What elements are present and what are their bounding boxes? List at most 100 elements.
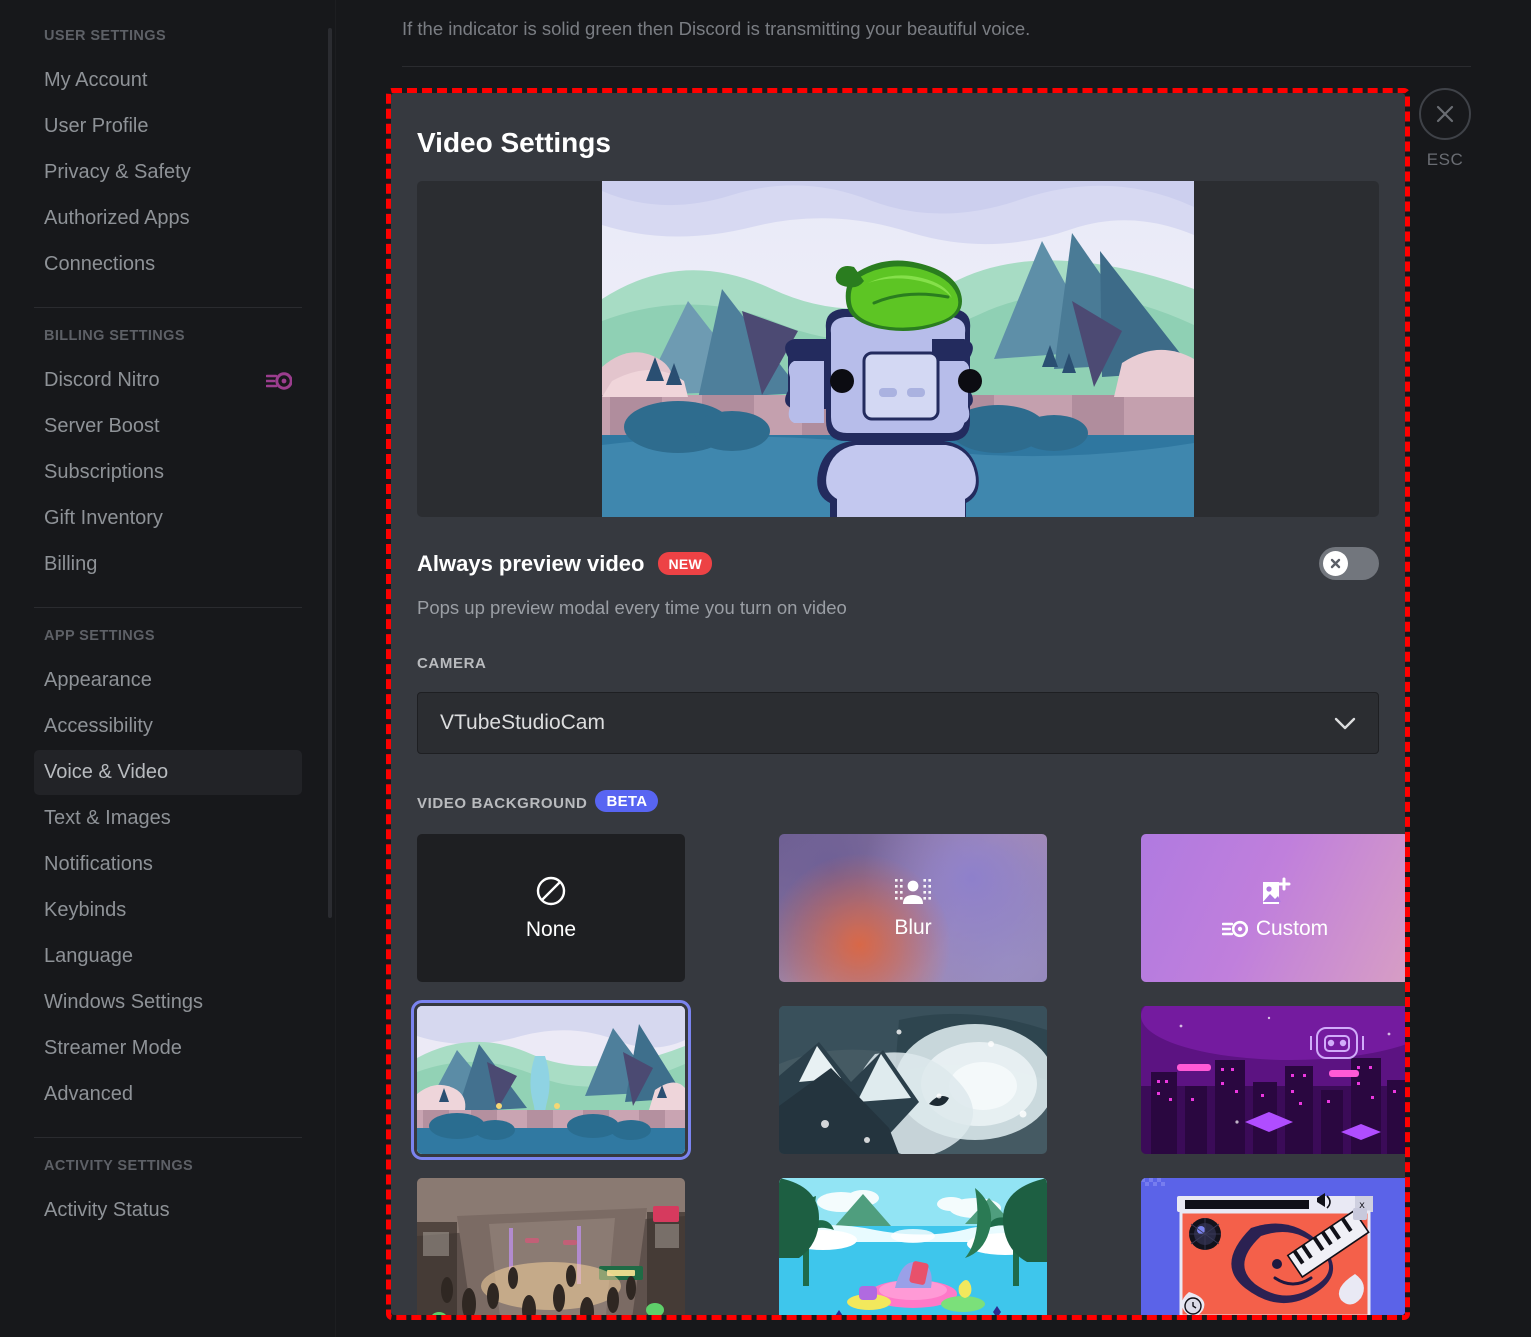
sidebar-item-advanced[interactable]: Advanced <box>34 1072 302 1117</box>
camera-select-value: VTubeStudioCam <box>440 711 605 735</box>
video-background-tile-blur[interactable]: Blur <box>779 834 1047 982</box>
settings-window: USER SETTINGS My Account User Profile Priva… <box>0 0 1531 1337</box>
sidebar-item-server-boost[interactable]: Server Boost <box>34 404 302 449</box>
video-background-section-label: VIDEO BACKGROUND BETA <box>417 790 1379 812</box>
sidebar-item-label: Advanced <box>44 1083 133 1106</box>
page-title: Video Settings <box>417 127 1379 159</box>
sidebar-item-discord-nitro[interactable]: Discord Nitro <box>34 358 302 403</box>
video-background-tile-snow[interactable] <box>779 1006 1047 1154</box>
chevron-down-icon <box>1334 717 1356 730</box>
toggle-off-x-icon <box>1329 557 1342 570</box>
video-background-thumbnail-retro <box>1141 1178 1405 1315</box>
sidebar-separator <box>34 307 302 308</box>
sidebar-item-label: Connections <box>44 253 155 276</box>
sidebar-item-text-images[interactable]: Text & Images <box>34 796 302 841</box>
sidebar-item-label: Streamer Mode <box>44 1037 182 1060</box>
sidebar-item-subscriptions[interactable]: Subscriptions <box>34 450 302 495</box>
video-settings-modal: Video Settings <box>391 93 1405 1315</box>
sidebar-scrollbar[interactable] <box>328 28 332 918</box>
sidebar-item-label: Accessibility <box>44 715 153 738</box>
always-preview-label: Always preview video <box>417 551 644 577</box>
close-label: ESC <box>1427 150 1463 170</box>
sidebar-item-label: Notifications <box>44 853 153 876</box>
content-divider <box>402 66 1471 67</box>
sidebar-item-label: Windows Settings <box>44 991 203 1014</box>
sidebar-item-label: Activity Status <box>44 1199 170 1222</box>
sidebar-item-activity-status[interactable]: Activity Status <box>34 1188 302 1233</box>
sidebar-item-notifications[interactable]: Notifications <box>34 842 302 887</box>
toggle-knob <box>1323 551 1348 576</box>
camera-select[interactable]: VTubeStudioCam <box>417 692 1379 754</box>
sidebar-item-label: My Account <box>44 69 147 92</box>
sidebar-item-label: Billing <box>44 553 97 576</box>
sidebar-item-connections[interactable]: Connections <box>34 242 302 287</box>
sidebar-item-voice-video[interactable]: Voice & Video <box>34 750 302 795</box>
video-background-tile-retro-desk[interactable] <box>1141 1178 1405 1315</box>
video-background-tile-label: Blur <box>894 916 931 940</box>
sidebar-separator <box>34 1137 302 1138</box>
video-preview <box>417 181 1379 517</box>
voice-indicator-note: If the indicator is solid green then Dis… <box>336 0 1531 40</box>
blur-person-icon <box>895 877 931 907</box>
camera-section-label: CAMERA <box>417 655 1379 672</box>
video-settings-highlight: Video Settings <box>386 88 1410 1320</box>
video-background-tile-valley[interactable] <box>417 1006 685 1154</box>
video-background-grid: None Blur Custom <box>417 834 1379 1315</box>
no-background-icon <box>534 874 568 908</box>
sidebar-item-accessibility[interactable]: Accessibility <box>34 704 302 749</box>
video-background-tile-label: None <box>526 918 576 942</box>
sidebar-item-label: Gift Inventory <box>44 507 163 530</box>
sidebar-section-header: ACTIVITY SETTINGS <box>44 1158 306 1174</box>
always-preview-toggle[interactable] <box>1319 547 1379 580</box>
video-background-tile-none[interactable]: None <box>417 834 685 982</box>
nitro-wheel-icon <box>1222 920 1248 938</box>
sidebar-item-label: User Profile <box>44 115 148 138</box>
sidebar-item-user-profile[interactable]: User Profile <box>34 104 302 149</box>
video-background-thumbnail-beach <box>779 1178 1047 1315</box>
sidebar-item-label: Language <box>44 945 133 968</box>
sidebar-item-label: Keybinds <box>44 899 126 922</box>
video-background-tile-beach[interactable] <box>779 1178 1047 1315</box>
sidebar-separator <box>34 607 302 608</box>
video-background-thumbnail-mall <box>417 1178 685 1315</box>
video-background-tile-neon-city[interactable] <box>1141 1006 1405 1154</box>
sidebar-section-header: BILLING SETTINGS <box>44 328 306 344</box>
beta-badge: BETA <box>595 790 658 812</box>
video-background-label-text: VIDEO BACKGROUND <box>417 795 587 812</box>
settings-sidebar: USER SETTINGS My Account User Profile Priva… <box>0 0 336 1337</box>
sidebar-item-label: Text & Images <box>44 807 171 830</box>
video-background-thumbnail-valley <box>417 1006 685 1154</box>
sidebar-item-appearance[interactable]: Appearance <box>34 658 302 703</box>
sidebar-section-header: APP SETTINGS <box>44 628 306 644</box>
sidebar-item-privacy-safety[interactable]: Privacy & Safety <box>34 150 302 195</box>
sidebar-item-authorized-apps[interactable]: Authorized Apps <box>34 196 302 241</box>
sidebar-item-label: Voice & Video <box>44 761 168 784</box>
settings-content: If the indicator is solid green then Dis… <box>336 0 1531 1337</box>
nitro-wheel-icon <box>266 372 292 390</box>
sidebar-item-my-account[interactable]: My Account <box>34 58 302 103</box>
sidebar-item-label: Privacy & Safety <box>44 161 191 184</box>
sidebar-item-language[interactable]: Language <box>34 934 302 979</box>
sidebar-item-label: Authorized Apps <box>44 207 190 230</box>
video-background-thumbnail-neon <box>1141 1006 1405 1154</box>
video-background-tile-label: Custom <box>1256 917 1328 941</box>
sidebar-item-label: Appearance <box>44 669 152 692</box>
preview-scene-valley <box>602 181 1194 517</box>
sidebar-item-windows-settings[interactable]: Windows Settings <box>34 980 302 1025</box>
video-background-tile-mall[interactable] <box>417 1178 685 1315</box>
always-preview-row: Always preview video NEW <box>417 547 1379 580</box>
sidebar-item-billing[interactable]: Billing <box>34 542 302 587</box>
always-preview-description: Pops up preview modal every time you tur… <box>417 597 1379 619</box>
sidebar-item-streamer-mode[interactable]: Streamer Mode <box>34 1026 302 1071</box>
video-preview-frame <box>602 181 1194 517</box>
video-background-thumbnail-snow <box>779 1006 1047 1154</box>
close-icon <box>1419 88 1471 140</box>
add-image-icon <box>1259 876 1291 908</box>
sidebar-item-label: Subscriptions <box>44 461 164 484</box>
sidebar-section-header: USER SETTINGS <box>44 28 306 44</box>
sidebar-item-label: Discord Nitro <box>44 369 160 392</box>
video-background-tile-custom[interactable]: Custom <box>1141 834 1405 982</box>
sidebar-item-gift-inventory[interactable]: Gift Inventory <box>34 496 302 541</box>
sidebar-item-keybinds[interactable]: Keybinds <box>34 888 302 933</box>
new-badge: NEW <box>658 552 712 575</box>
